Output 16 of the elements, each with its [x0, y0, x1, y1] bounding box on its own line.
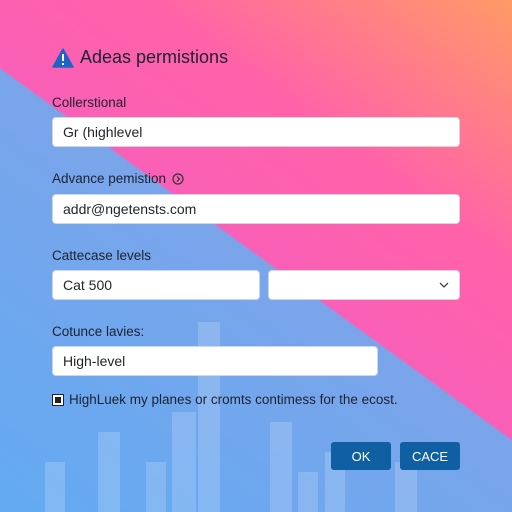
field-label: Collerstional: [52, 94, 126, 112]
checkbox-label: HighLuek my planes or cromts contimess for the ecost.: [69, 391, 398, 409]
cancel-button[interactable]: CACE: [400, 442, 460, 470]
input-field[interactable]: Cat 500: [52, 270, 260, 300]
warning-icon: [52, 48, 74, 68]
chevron-down-icon: [439, 282, 449, 288]
input-field[interactable]: addr@ngetensts.com: [52, 194, 460, 224]
input-field[interactable]: High-level: [52, 346, 378, 376]
field-label: Cattecase levels: [52, 246, 152, 264]
field-label: Cotunce lavies:: [52, 322, 144, 341]
dropdown-field[interactable]: [268, 270, 460, 300]
ok-button[interactable]: OK: [331, 442, 391, 470]
input-field[interactable]: Gr (highlevel: [52, 117, 460, 148]
dialog-title: Adeas permistions: [80, 46, 228, 69]
help-icon[interactable]: [172, 173, 184, 186]
checkbox[interactable]: [52, 394, 64, 406]
